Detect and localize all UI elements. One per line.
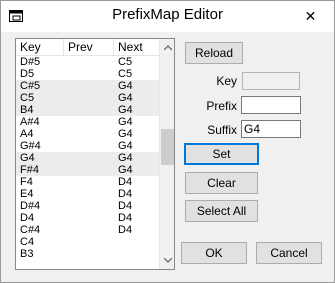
chevron-up-icon: [163, 45, 172, 50]
list-row[interactable]: B4 G4: [16, 104, 160, 116]
row-prev-cell: [64, 248, 112, 260]
row-key-cell: D#5: [20, 56, 41, 68]
list-row[interactable]: D#4 D4: [16, 200, 160, 212]
row-key-cell: C#4: [20, 224, 41, 236]
row-prev-cell: [64, 176, 112, 188]
list-row[interactable]: B3: [16, 248, 160, 260]
list-row[interactable]: F#4 G4: [16, 164, 160, 176]
scroll-down-button[interactable]: [160, 252, 174, 269]
list-row[interactable]: F4 D4: [16, 176, 160, 188]
row-key-cell: B3: [20, 248, 34, 260]
row-next-cell: D4: [118, 188, 133, 200]
row-next-cell: G4: [118, 80, 133, 92]
row-next-cell: D4: [118, 212, 133, 224]
prefixmap-editor-window: PrefixMap Editor ✕ Key Prev Next D#5 C5 D5…: [0, 0, 335, 283]
row-next-cell: D4: [118, 200, 133, 212]
prefix-label: Prefix: [206, 99, 237, 113]
row-next-cell: D4: [118, 224, 133, 236]
scroll-up-button[interactable]: [160, 39, 174, 56]
list-row[interactable]: D5 C5: [16, 68, 160, 80]
window-title: PrefixMap Editor: [112, 6, 223, 23]
row-key-cell: C#5: [20, 80, 41, 92]
row-next-cell: G4: [118, 116, 133, 128]
row-prev-cell: [64, 224, 112, 236]
row-next-cell: G4: [118, 104, 133, 116]
list-row[interactable]: A4 G4: [16, 128, 160, 140]
list-row[interactable]: G4 G4: [16, 152, 160, 164]
suffix-field[interactable]: [241, 120, 301, 138]
row-prev-cell: [64, 68, 112, 80]
clear-button[interactable]: Clear: [185, 172, 258, 194]
row-next-cell: [114, 248, 160, 260]
list-row[interactable]: C5 G4: [16, 92, 160, 104]
row-prev-cell: [64, 56, 112, 68]
row-key-cell: D#4: [20, 200, 41, 212]
row-next-cell: G4: [118, 140, 133, 152]
row-prev-cell: [64, 128, 112, 140]
row-key-cell: A#4: [20, 116, 40, 128]
row-key-cell: C4: [20, 236, 35, 248]
row-next-cell: [114, 236, 160, 248]
row-next-cell: G4: [118, 128, 133, 140]
chevron-down-icon: [163, 258, 172, 263]
reload-button[interactable]: Reload: [185, 42, 243, 64]
close-button[interactable]: ✕: [288, 1, 333, 31]
row-prev-cell: [64, 188, 112, 200]
set-button[interactable]: Set: [184, 143, 259, 165]
row-next-cell: D4: [118, 176, 133, 188]
key-label: Key: [216, 74, 237, 88]
row-prev-cell: [64, 200, 112, 212]
row-key-cell: F#4: [20, 164, 39, 176]
suffix-label: Suffix: [207, 123, 237, 137]
row-prev-cell: [64, 116, 112, 128]
list-row[interactable]: G#4 G4: [16, 140, 160, 152]
row-key-cell: C5: [20, 92, 35, 104]
prefix-field[interactable]: [241, 96, 301, 114]
key-field[interactable]: [242, 72, 300, 90]
list-row[interactable]: C4: [16, 236, 160, 248]
list-row[interactable]: D4 D4: [16, 212, 160, 224]
row-prev-cell: [64, 80, 112, 92]
select-all-button[interactable]: Select All: [185, 200, 258, 222]
row-next-cell: G4: [118, 164, 133, 176]
row-prev-cell: [64, 164, 112, 176]
list-rows: D#5 C5 D5 C5 C#5 G4 C5 G4 B4 G4 A#4 G4 A4 G4 G#4 G4 G4 G4…: [16, 56, 160, 260]
row-prev-cell: [64, 104, 112, 116]
row-next-cell: G4: [118, 152, 133, 164]
cancel-button[interactable]: Cancel: [256, 242, 322, 264]
column-header-key[interactable]: Key: [16, 39, 64, 56]
row-next-cell: G4: [118, 92, 133, 104]
close-icon: ✕: [304, 7, 317, 24]
list-row[interactable]: E4 D4: [16, 188, 160, 200]
title-bar[interactable]: PrefixMap Editor ✕: [1, 1, 334, 32]
vertical-scrollbar[interactable]: [159, 39, 174, 269]
prefix-map-list[interactable]: Key Prev Next D#5 C5 D5 C5 C#5 G4 C5 G4 B4 G4 A#4 G…: [15, 38, 175, 270]
row-key-cell: G#4: [20, 140, 41, 152]
list-row[interactable]: C#5 G4: [16, 80, 160, 92]
row-next-cell: C5: [118, 68, 133, 80]
row-prev-cell: [64, 140, 112, 152]
row-key-cell: D5: [20, 68, 35, 80]
row-key-cell: F4: [20, 176, 33, 188]
row-prev-cell: [64, 236, 112, 248]
scrollbar-thumb[interactable]: [161, 129, 174, 165]
list-row[interactable]: D#5 C5: [16, 56, 160, 68]
column-header-next[interactable]: Next: [114, 39, 160, 56]
row-key-cell: B4: [20, 104, 34, 116]
row-prev-cell: [64, 152, 112, 164]
list-header: Key Prev Next: [16, 39, 160, 56]
row-key-cell: A4: [20, 128, 34, 140]
list-row[interactable]: C#4 D4: [16, 224, 160, 236]
row-next-cell: C5: [118, 56, 133, 68]
row-key-cell: E4: [20, 188, 34, 200]
list-row[interactable]: A#4 G4: [16, 116, 160, 128]
column-header-prev[interactable]: Prev: [64, 39, 114, 56]
row-prev-cell: [64, 212, 112, 224]
row-prev-cell: [64, 92, 112, 104]
ok-button[interactable]: OK: [181, 242, 247, 264]
row-key-cell: G4: [20, 152, 35, 164]
row-key-cell: D4: [20, 212, 35, 224]
